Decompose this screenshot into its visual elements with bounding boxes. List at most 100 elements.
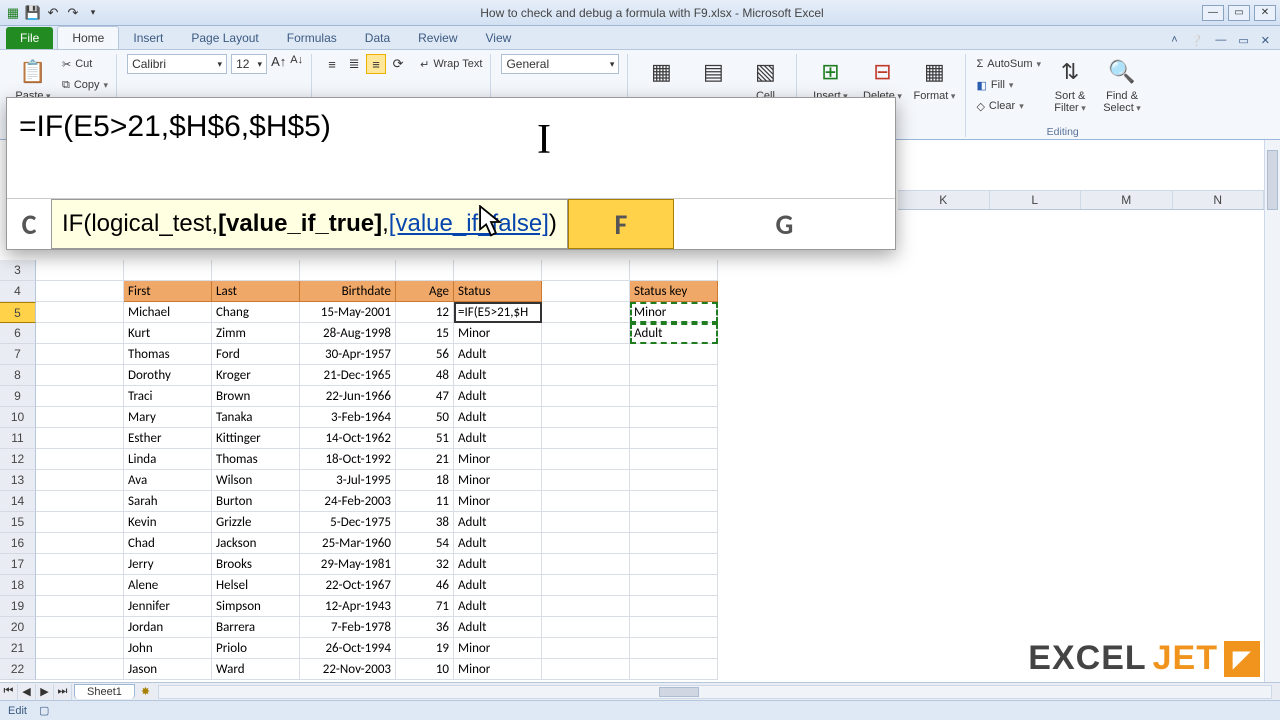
cell[interactable] [630, 470, 718, 491]
align-right-icon[interactable]: ≡ [366, 54, 386, 74]
cell-last[interactable]: Brooks [212, 554, 300, 575]
cell-age[interactable]: 10 [396, 659, 454, 680]
cell-status[interactable]: Minor [454, 449, 542, 470]
help-icon[interactable]: ❔ [1186, 32, 1208, 49]
cell[interactable] [542, 470, 630, 491]
cell-last[interactable]: Ward [212, 659, 300, 680]
cell-birthdate[interactable]: 5-Dec-1975 [300, 512, 396, 533]
cell[interactable] [542, 428, 630, 449]
minimize-button[interactable]: — [1202, 5, 1224, 21]
cell-birthdate[interactable]: 30-Apr-1957 [300, 344, 396, 365]
cell[interactable] [630, 617, 718, 638]
cell[interactable] [36, 512, 124, 533]
cell[interactable] [36, 491, 124, 512]
cell-birthdate[interactable]: 29-May-1981 [300, 554, 396, 575]
row-header[interactable]: 17 [0, 554, 36, 575]
cell-status[interactable]: Minor [454, 470, 542, 491]
cell-age[interactable]: 50 [396, 407, 454, 428]
row-header[interactable]: 16 [0, 533, 36, 554]
cell-age[interactable]: 18 [396, 470, 454, 491]
cell-last[interactable]: Burton [212, 491, 300, 512]
sheet-tab-sheet1[interactable]: Sheet1 [74, 684, 135, 699]
cell[interactable] [36, 617, 124, 638]
sheet-nav-last-icon[interactable]: ⏭ [54, 684, 72, 700]
cell-status[interactable]: Adult [454, 365, 542, 386]
cell[interactable] [630, 659, 718, 680]
row-header[interactable]: 9 [0, 386, 36, 407]
tab-page-layout[interactable]: Page Layout [177, 27, 272, 49]
cell[interactable] [542, 554, 630, 575]
cell-last[interactable]: Simpson [212, 596, 300, 617]
formula-bar-input[interactable]: =IF(E5>21,$H$6,$H$5) I [7, 98, 895, 198]
cell[interactable] [36, 344, 124, 365]
maximize-button[interactable]: ▭ [1228, 5, 1250, 21]
cell-age[interactable]: 46 [396, 575, 454, 596]
qat-more-icon[interactable]: ▾ [84, 4, 102, 22]
cell[interactable] [630, 596, 718, 617]
cell-status[interactable]: Minor [454, 638, 542, 659]
cell-birthdate[interactable]: 12-Apr-1943 [300, 596, 396, 617]
undo-icon[interactable]: ↶ [44, 4, 62, 22]
cell-age[interactable]: 36 [396, 617, 454, 638]
cell-age[interactable]: 54 [396, 533, 454, 554]
cell-status[interactable]: Adult [454, 344, 542, 365]
cell-age[interactable]: 11 [396, 491, 454, 512]
cell[interactable] [36, 323, 124, 344]
cell[interactable] [630, 260, 718, 281]
cell-age[interactable]: 51 [396, 428, 454, 449]
number-format-select[interactable]: General▾ [501, 54, 619, 74]
cell-birthdate[interactable]: 7-Feb-1978 [300, 617, 396, 638]
cell-status[interactable]: Adult [454, 512, 542, 533]
worksheet-grid[interactable]: 345678910111213141516171819202122 FirstL… [0, 260, 1264, 682]
cell-first[interactable]: Jerry [124, 554, 212, 575]
cell[interactable] [396, 260, 454, 281]
cell-birthdate[interactable]: 24-Feb-2003 [300, 491, 396, 512]
col-C-zoom[interactable]: C [7, 199, 51, 249]
wb-close-icon[interactable]: ✕ [1257, 32, 1274, 49]
tab-formulas[interactable]: Formulas [273, 27, 351, 49]
cell[interactable] [36, 659, 124, 680]
cell-age[interactable]: 15 [396, 323, 454, 344]
row-header[interactable]: 10 [0, 407, 36, 428]
cell[interactable] [124, 260, 212, 281]
tab-file[interactable]: File [6, 27, 53, 49]
row-header[interactable]: 7 [0, 344, 36, 365]
cell-age[interactable]: 38 [396, 512, 454, 533]
cell[interactable] [542, 449, 630, 470]
cell[interactable] [36, 260, 124, 281]
horizontal-scrollbar[interactable] [158, 685, 1272, 699]
find-select-button[interactable]: 🔍Find & Select [1099, 54, 1145, 123]
cell[interactable] [542, 512, 630, 533]
cell[interactable] [542, 281, 630, 302]
cell-age[interactable]: 47 [396, 386, 454, 407]
cell[interactable] [454, 260, 542, 281]
cell-last[interactable]: Tanaka [212, 407, 300, 428]
row-header[interactable]: 11 [0, 428, 36, 449]
cell-first[interactable]: Esther [124, 428, 212, 449]
cell-status[interactable]: Minor [454, 659, 542, 680]
cell[interactable] [630, 491, 718, 512]
cell[interactable] [36, 281, 124, 302]
row-header[interactable]: 15 [0, 512, 36, 533]
header-status-key[interactable]: Status key [630, 281, 718, 302]
cell-first[interactable]: Kurt [124, 323, 212, 344]
cell-status[interactable]: Minor [454, 491, 542, 512]
row-header[interactable]: 18 [0, 575, 36, 596]
font-size-select[interactable]: 12▾ [231, 54, 267, 74]
cell[interactable] [630, 533, 718, 554]
cell-status[interactable]: Adult [454, 386, 542, 407]
row-header[interactable]: 5 [0, 302, 36, 323]
cell-age[interactable]: 12 [396, 302, 454, 323]
cell-last[interactable]: Wilson [212, 470, 300, 491]
wb-restore-icon[interactable]: ▭ [1234, 32, 1252, 49]
cell-age[interactable]: 32 [396, 554, 454, 575]
cell-birthdate[interactable]: 22-Oct-1967 [300, 575, 396, 596]
tooltip-arg-link[interactable]: [value_if_false] [389, 210, 549, 238]
cell-last[interactable]: Chang [212, 302, 300, 323]
sheet-nav-first-icon[interactable]: ⏮ [0, 684, 18, 700]
cell-birthdate[interactable]: 14-Oct-1962 [300, 428, 396, 449]
header-status[interactable]: Status [454, 281, 542, 302]
cell-birthdate[interactable]: 3-Feb-1964 [300, 407, 396, 428]
cell-birthdate[interactable]: 25-Mar-1960 [300, 533, 396, 554]
cell-last[interactable]: Helsel [212, 575, 300, 596]
